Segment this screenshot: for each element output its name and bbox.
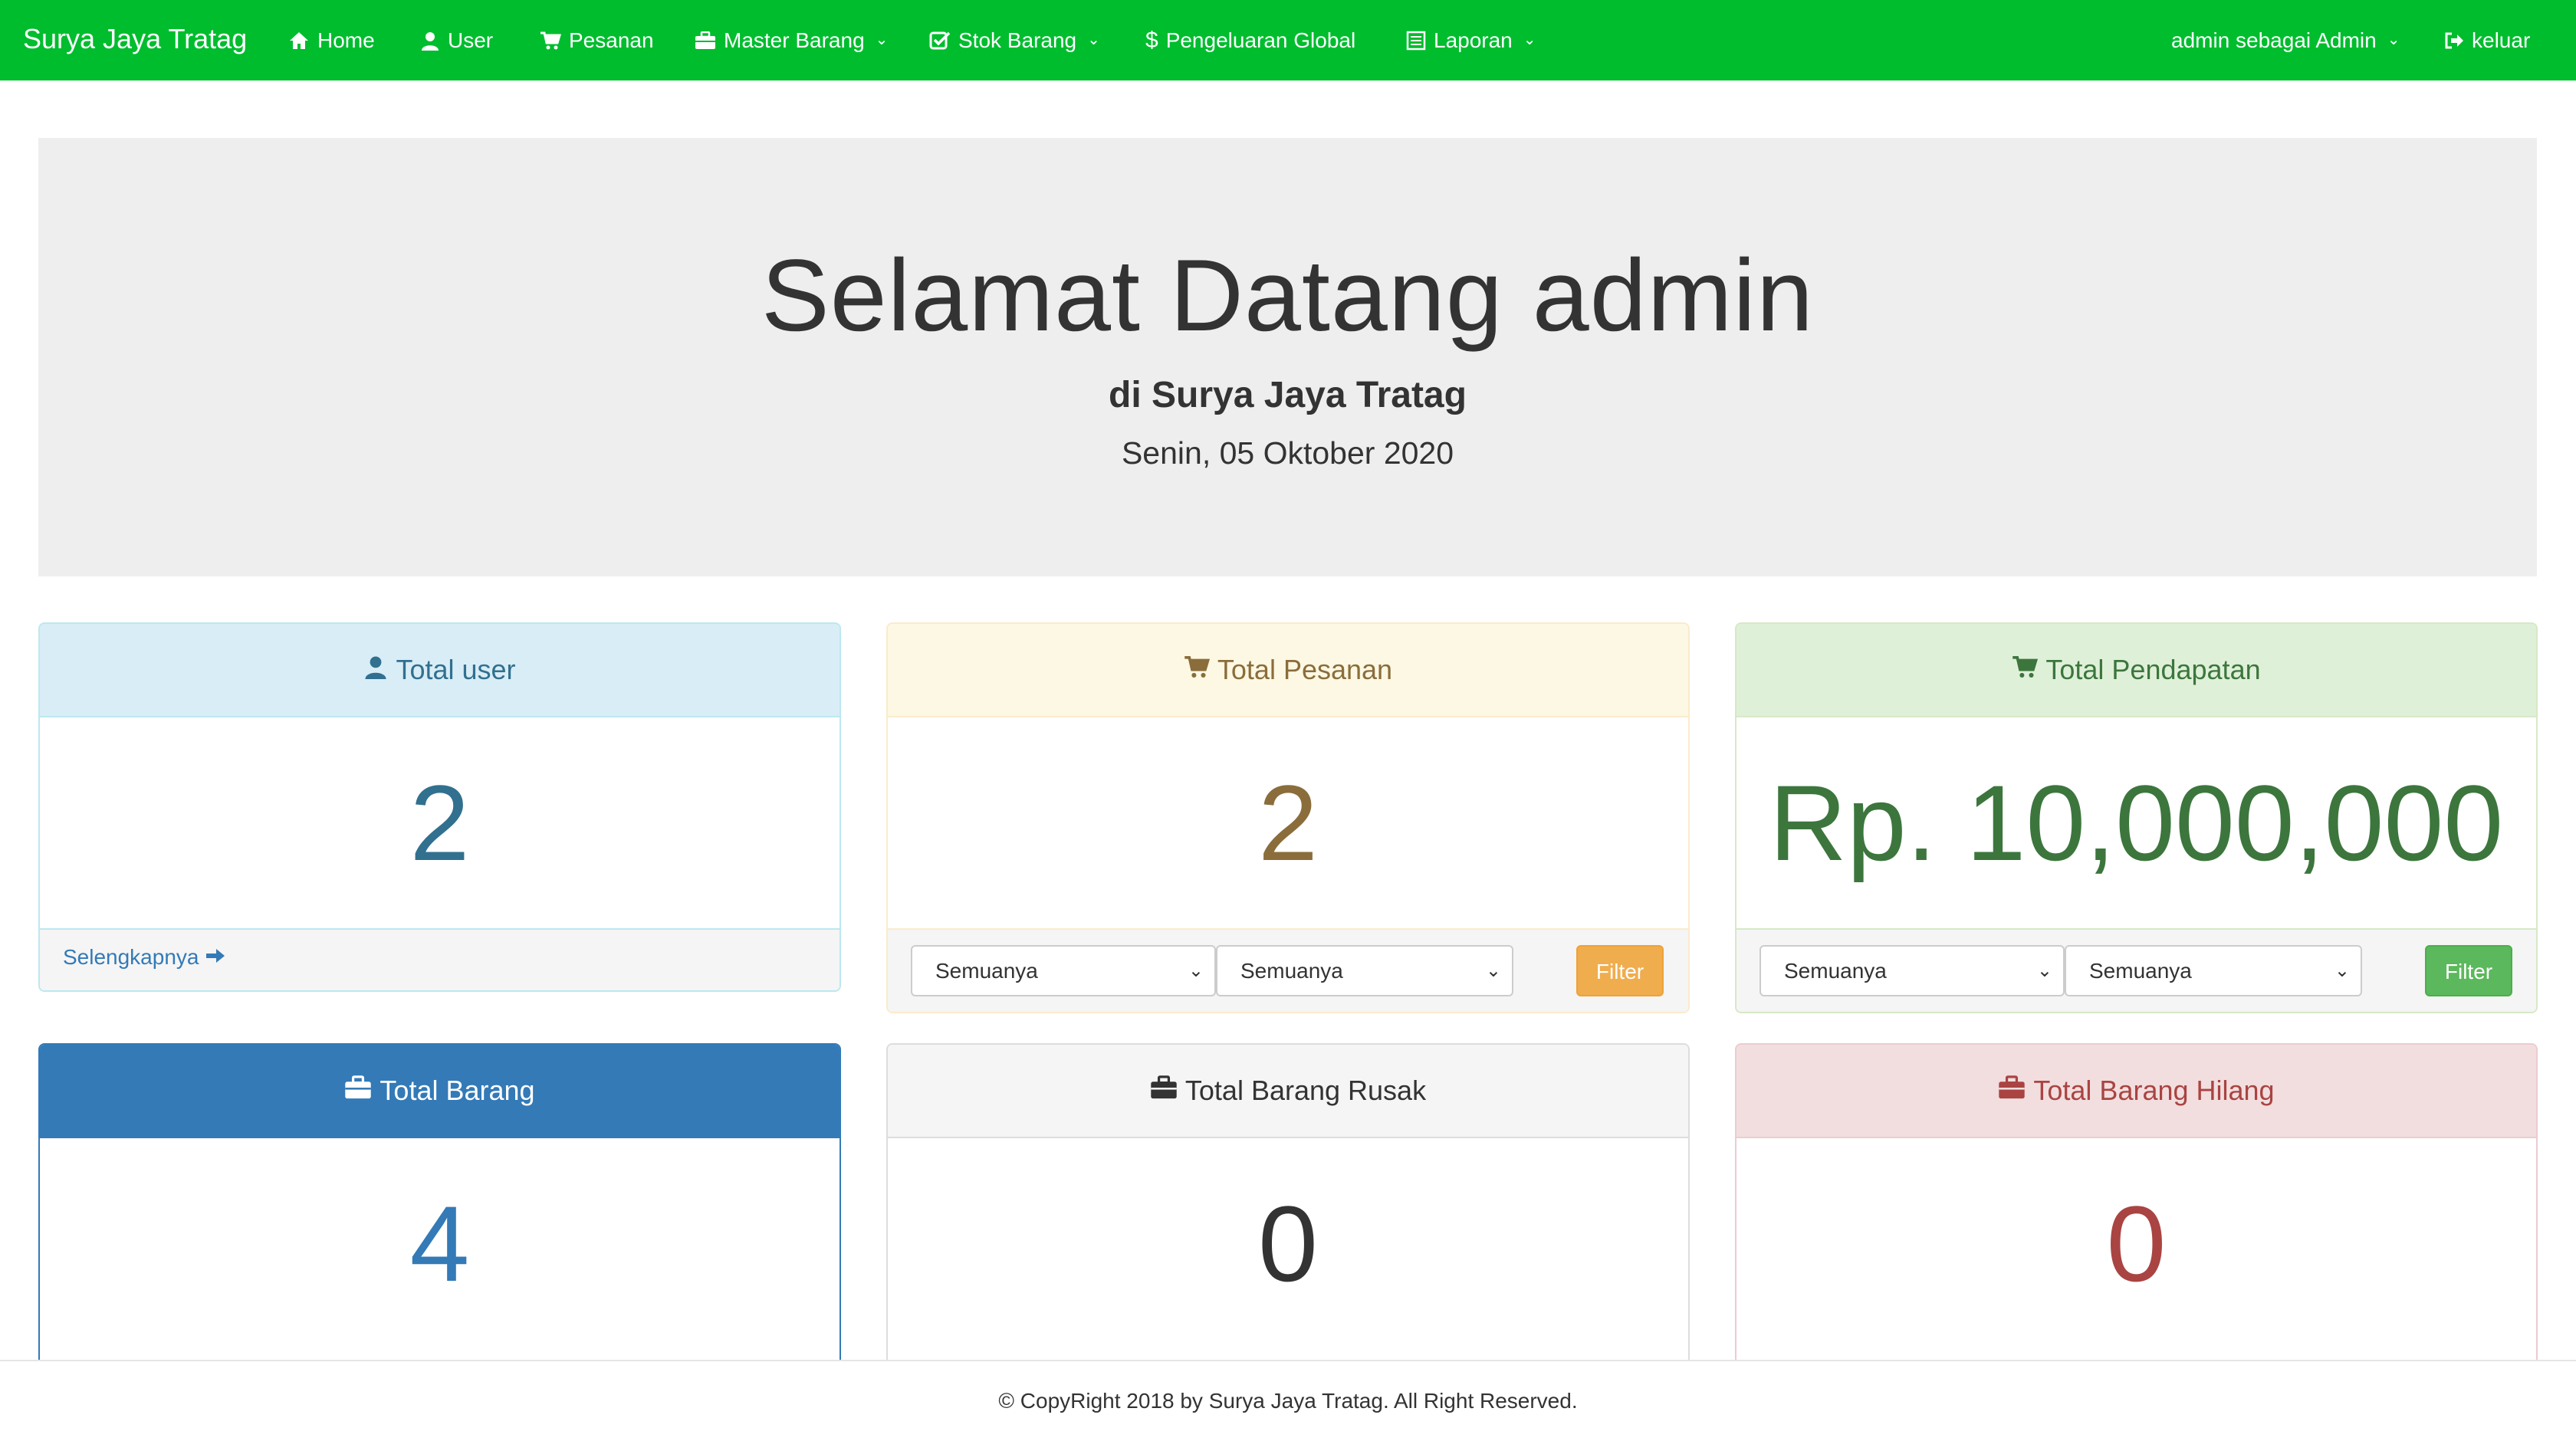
nav-laporan-label: Laporan: [1434, 28, 1513, 52]
pendapatan-filter-select-1-value: Semuanya: [1784, 959, 1887, 983]
selengkapnya-link[interactable]: Selengkapnya: [63, 945, 226, 970]
welcome-title: Selamat Datang admin: [761, 239, 1814, 353]
total-barang-rusak-panel: Total Barang Rusak 0: [886, 1043, 1690, 1413]
pesanan-filter-select-2-value: Semuanya: [1240, 959, 1343, 983]
chevron-down-icon: ⌄: [2036, 960, 2052, 981]
nav-master-barang-label: Master Barang: [724, 28, 865, 52]
chevron-down-icon: ⌄: [2387, 31, 2400, 48]
total-user-header: Total user: [40, 624, 840, 717]
total-barang-header: Total Barang: [40, 1045, 840, 1138]
chevron-down-icon: ⌄: [1485, 960, 1501, 981]
total-barang-panel: Total Barang 4: [38, 1043, 841, 1413]
selengkapnya-label: Selengkapnya: [63, 945, 199, 969]
total-pesanan-title: Total Pesanan: [1217, 654, 1393, 685]
chevron-down-icon: ⌄: [875, 31, 889, 48]
total-barang-rusak-header: Total Barang Rusak: [888, 1045, 1688, 1138]
check-square-icon: [929, 31, 951, 51]
copyright-text: © CopyRight 2018 by Surya Jaya Tratag. A…: [998, 1389, 1578, 1413]
pendapatan-filter-button[interactable]: Filter: [2425, 945, 2512, 996]
pesanan-filter-select-1-value: Semuanya: [935, 959, 1038, 983]
chevron-down-icon: ⌄: [1523, 31, 1536, 48]
nav-pesanan[interactable]: Pesanan: [540, 0, 654, 80]
total-barang-hilang-panel: Total Barang Hilang 0: [1735, 1043, 2538, 1413]
total-barang-value: 4: [409, 1183, 470, 1304]
arrow-right-icon: [205, 945, 226, 970]
nav-stok-barang[interactable]: Stok Barang ⌄: [929, 0, 1100, 80]
brand-link[interactable]: Surya Jaya Tratag: [23, 0, 247, 80]
top-navbar: Surya Jaya Tratag Home User Pesanan Mast…: [0, 0, 2576, 80]
cart-icon: [2012, 654, 2039, 686]
welcome-subtitle: di Surya Jaya Tratag: [1109, 375, 1467, 415]
total-barang-hilang-value: 0: [2106, 1183, 2167, 1304]
nav-home-label: Home: [317, 28, 375, 52]
nav-master-barang[interactable]: Master Barang ⌄: [695, 0, 888, 80]
cart-icon: [1184, 654, 1210, 686]
total-barang-rusak-value: 0: [1258, 1183, 1318, 1304]
total-pendapatan-title: Total Pendapatan: [2045, 654, 2261, 685]
welcome-jumbotron: Selamat Datang admin di Surya Jaya Trata…: [38, 138, 2537, 576]
account-menu[interactable]: admin sebagai Admin ⌄: [2171, 0, 2400, 80]
briefcase-icon: [1150, 1075, 1178, 1107]
dollar-icon: $: [1145, 28, 1158, 53]
pesanan-filter-select-2[interactable]: Semuanya ⌄: [1216, 945, 1513, 996]
total-barang-title: Total Barang: [380, 1075, 535, 1106]
pendapatan-filter-select-2[interactable]: Semuanya ⌄: [2065, 945, 2362, 996]
chevron-down-icon: ⌄: [1188, 960, 1204, 981]
total-pesanan-panel: Total Pesanan 2 Semuanya ⌄ Semuanya ⌄ Fi…: [886, 622, 1690, 1013]
current-date: Senin, 05 Oktober 2020: [1121, 435, 1454, 471]
logout-link[interactable]: keluar: [2444, 0, 2530, 80]
total-pendapatan-value: Rp. 10,000,000: [1769, 762, 2504, 883]
pesanan-filter-select-1[interactable]: Semuanya ⌄: [911, 945, 1216, 996]
nav-user[interactable]: User: [420, 0, 493, 80]
chevron-down-icon: ⌄: [2334, 960, 2350, 981]
total-pesanan-header: Total Pesanan: [888, 624, 1688, 717]
total-pendapatan-panel: Total Pendapatan Rp. 10,000,000 Semuanya…: [1735, 622, 2538, 1013]
nav-pengeluaran-global[interactable]: $ Pengeluaran Global: [1145, 0, 1355, 80]
briefcase-icon: [695, 31, 716, 50]
page-footer: © CopyRight 2018 by Surya Jaya Tratag. A…: [0, 1360, 2576, 1439]
list-alt-icon: [1406, 31, 1426, 51]
chevron-down-icon: ⌄: [1087, 31, 1100, 48]
account-menu-label: admin sebagai Admin: [2171, 28, 2377, 52]
nav-laporan[interactable]: Laporan ⌄: [1406, 0, 1536, 80]
total-user-title: Total user: [396, 654, 516, 685]
total-pendapatan-header: Total Pendapatan: [1737, 624, 2536, 717]
nav-home[interactable]: Home: [288, 0, 375, 80]
nav-pengeluaran-global-label: Pengeluaran Global: [1165, 28, 1356, 52]
total-barang-hilang-title: Total Barang Hilang: [2033, 1075, 2275, 1106]
user-icon: [363, 654, 388, 687]
total-pendapatan-footer: Semuanya ⌄ Semuanya ⌄ Filter: [1737, 928, 2536, 1012]
logout-icon: [2444, 31, 2464, 50]
total-user-value: 2: [409, 762, 470, 883]
total-user-panel: Total user 2 Selengkapnya: [38, 622, 841, 992]
nav-stok-barang-label: Stok Barang: [958, 28, 1077, 52]
briefcase-icon: [344, 1075, 372, 1107]
nav-user-label: User: [448, 28, 494, 52]
nav-pesanan-label: Pesanan: [569, 28, 654, 52]
cart-icon: [540, 31, 561, 51]
total-user-footer: Selengkapnya: [40, 928, 840, 990]
pendapatan-filter-select-2-value: Semuanya: [2089, 959, 2192, 983]
logout-label: keluar: [2472, 28, 2531, 52]
pendapatan-filter-select-1[interactable]: Semuanya ⌄: [1760, 945, 2065, 996]
total-pesanan-value: 2: [1258, 762, 1318, 883]
briefcase-icon: [1998, 1075, 2026, 1107]
user-icon: [420, 31, 440, 51]
home-icon: [288, 31, 310, 51]
total-barang-rusak-title: Total Barang Rusak: [1184, 1075, 1427, 1106]
total-pesanan-footer: Semuanya ⌄ Semuanya ⌄ Filter: [888, 928, 1688, 1012]
pesanan-filter-button[interactable]: Filter: [1576, 945, 1664, 996]
total-barang-hilang-header: Total Barang Hilang: [1737, 1045, 2536, 1138]
